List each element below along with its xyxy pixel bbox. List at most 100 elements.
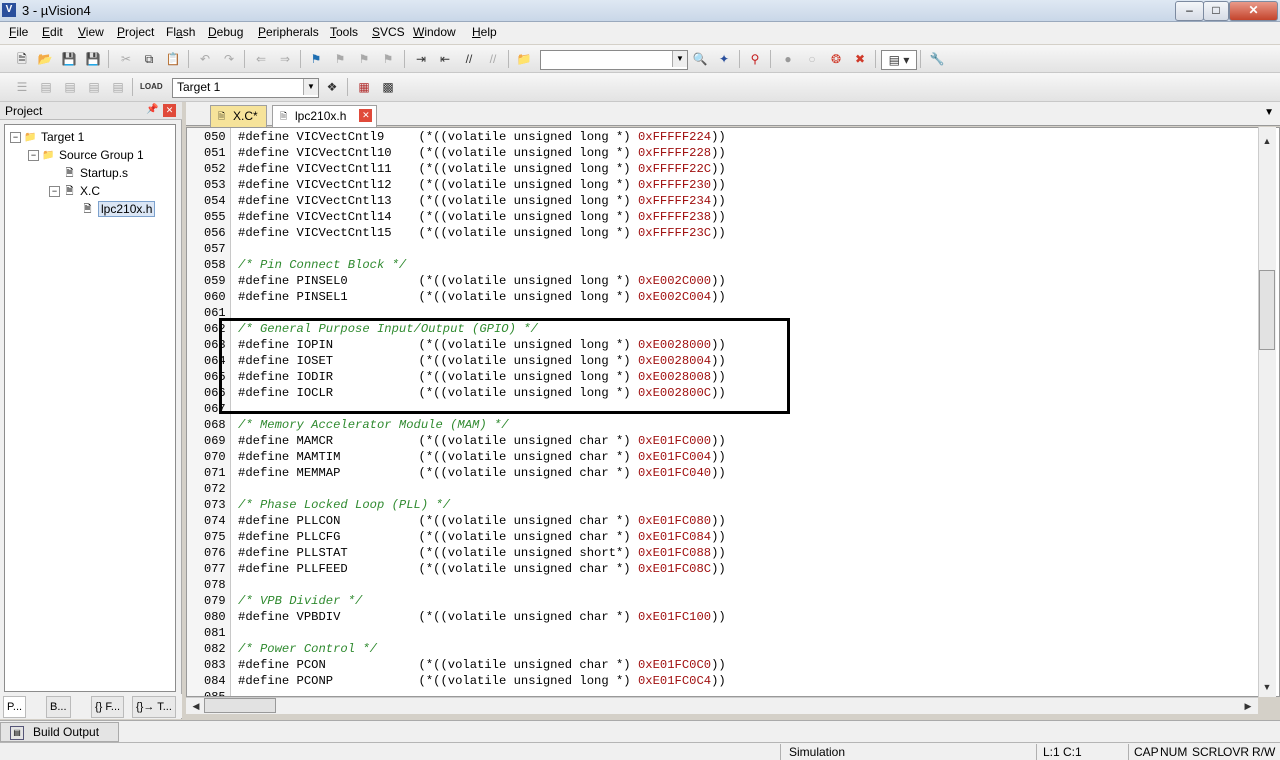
line-number: 055	[204, 210, 226, 224]
vertical-scroll-thumb[interactable]	[1259, 270, 1275, 350]
target-select[interactable]: Target 1 ▼	[172, 78, 319, 98]
tab-x-c[interactable]: 🗎 X.C*	[210, 105, 267, 127]
scroll-left-icon[interactable]: ◀	[188, 698, 204, 714]
define-keyword: #define	[238, 658, 297, 672]
tree-item[interactable]: − 🗎 X.C	[49, 183, 100, 199]
debug-session-icon[interactable]: ⚲	[746, 50, 764, 68]
bookmark-prev-icon[interactable]: ⚑	[331, 50, 349, 68]
menu-svcs[interactable]: SVCS	[372, 25, 405, 39]
menu-peripherals[interactable]: Peripherals	[258, 25, 319, 39]
tab-functions[interactable]: {} F...	[91, 696, 125, 718]
configure-icon[interactable]: 🔧	[928, 50, 946, 68]
horizontal-scroll-thumb[interactable]	[204, 698, 276, 713]
incremental-find-icon[interactable]: 🔍	[691, 50, 709, 68]
chevron-down-icon[interactable]: ▼	[672, 51, 687, 67]
tab-books[interactable]: B...	[46, 696, 71, 718]
breakpoint-disable-all-icon[interactable]: ❂	[827, 50, 845, 68]
menu-project[interactable]: Project	[117, 25, 154, 39]
tab-templates[interactable]: {}→ T...	[132, 696, 176, 718]
macro-name: VICVectCntl11	[296, 162, 392, 176]
vertical-scrollbar[interactable]: ▲ ▼	[1258, 127, 1276, 697]
download-icon[interactable]: LOAD	[140, 78, 163, 96]
code-comment: /* Power Control */	[238, 642, 377, 656]
bookmark-toggle-icon[interactable]: ⚑	[307, 50, 325, 68]
tree-item[interactable]: 🗎 lpc210x.h	[67, 201, 156, 217]
manage-components-icon[interactable]: ▦	[355, 78, 373, 96]
breakpoint-kill-all-icon[interactable]: ✖	[851, 50, 869, 68]
target-options-icon[interactable]: ❖	[323, 78, 341, 96]
close-tab-icon[interactable]: ✕	[359, 109, 373, 122]
batch-build-icon[interactable]: ▤	[85, 78, 103, 96]
main-toolbar: 🗎 📂 💾 💾 ✂ ⧉ 📋 ↶ ↷ ⇐ ⇒ ⚑ ⚑ ⚑ ⚑ ⇥ ⇤ // // …	[0, 45, 1280, 73]
new-file-icon[interactable]: 🗎	[13, 50, 31, 68]
save-all-icon[interactable]: 💾	[84, 50, 102, 68]
window-layout-icon[interactable]: ▤ ▾	[881, 50, 917, 70]
nav-back-icon[interactable]: ⇐	[252, 50, 270, 68]
code-comment: /* Phase Locked Loop (PLL) */	[238, 498, 451, 512]
breakpoint-insert-icon[interactable]: ●	[779, 50, 797, 68]
tab-list-dropdown-icon[interactable]: ▼	[1264, 107, 1274, 118]
tab-lpc210x-h[interactable]: 🗎 lpc210x.h ✕	[272, 105, 378, 127]
closing-parens: ))	[711, 146, 726, 160]
rebuild-icon[interactable]: ▤	[61, 78, 79, 96]
nav-forward-icon[interactable]: ⇒	[276, 50, 294, 68]
indent-icon[interactable]: ⇥	[412, 50, 430, 68]
register-address: 0xE01FC084	[637, 530, 712, 544]
scroll-up-icon[interactable]: ▲	[1259, 133, 1275, 149]
menu-view[interactable]: View	[78, 25, 104, 39]
find-in-files-icon[interactable]: 📁	[515, 50, 533, 68]
tree-item[interactable]: − 📁 Source Group 1	[28, 147, 144, 163]
close-pane-icon[interactable]: ✕	[163, 104, 176, 117]
select-packs-icon[interactable]: ▩	[379, 78, 397, 96]
tab-project[interactable]: P...	[3, 696, 27, 718]
menu-help[interactable]: Help	[472, 25, 497, 39]
chevron-down-icon[interactable]: ▼	[303, 79, 318, 95]
tree-item-label: Target 1	[41, 130, 85, 144]
cut-icon[interactable]: ✂	[117, 50, 135, 68]
undo-icon[interactable]: ↶	[196, 50, 214, 68]
build-icon[interactable]: ▤	[37, 78, 55, 96]
copy-icon[interactable]: ⧉	[140, 50, 158, 68]
bookmark-next-icon[interactable]: ⚑	[355, 50, 373, 68]
line-number: 053	[204, 178, 226, 192]
save-icon[interactable]: 💾	[60, 50, 78, 68]
code-line: /* Memory Accelerator Module (MAM) */	[238, 417, 509, 433]
bookmark-clear-icon[interactable]: ⚑	[379, 50, 397, 68]
close-button[interactable]: ✕	[1229, 1, 1278, 21]
browse-icon[interactable]: ✦	[715, 50, 733, 68]
macro-name: VICVectCntl12	[296, 178, 392, 192]
redo-icon[interactable]: ↷	[220, 50, 238, 68]
menu-window[interactable]: Window	[413, 25, 456, 39]
translate-icon[interactable]: ☰	[13, 78, 31, 96]
menu-file[interactable]: File	[9, 25, 28, 39]
find-combo[interactable]: ▼	[540, 50, 688, 70]
target-select-value: Target 1	[177, 80, 221, 94]
minimize-button[interactable]: –	[1175, 1, 1204, 21]
collapse-icon[interactable]: −	[49, 186, 60, 198]
build-output-tab[interactable]: ▤ Build Output	[0, 722, 119, 742]
menu-tools[interactable]: Tools	[330, 25, 358, 39]
menu-debug[interactable]: Debug	[208, 25, 243, 39]
file-icon: 🗎	[65, 186, 74, 198]
maximize-button[interactable]: □	[1203, 1, 1229, 21]
define-keyword: #define	[238, 290, 297, 304]
scroll-right-icon[interactable]: ▶	[1240, 698, 1256, 714]
menu-edit[interactable]: Edit	[42, 25, 63, 39]
paste-icon[interactable]: 📋	[164, 50, 182, 68]
tree-item[interactable]: − 📁 Target 1	[10, 129, 84, 145]
tree-item[interactable]: 🗎 Startup.s	[49, 165, 128, 181]
unindent-icon[interactable]: ⇤	[436, 50, 454, 68]
scroll-down-icon[interactable]: ▼	[1259, 679, 1275, 695]
macro-name: PINSEL0	[296, 274, 348, 288]
register-address: 0xE01FC080	[637, 514, 712, 528]
menu-flash[interactable]: Flash	[166, 25, 195, 39]
collapse-icon[interactable]: −	[10, 132, 21, 144]
horizontal-scrollbar[interactable]: ◀ ▶	[186, 697, 1258, 714]
uncomment-icon[interactable]: //	[484, 50, 502, 68]
pin-icon[interactable]: 📌	[146, 104, 158, 115]
stop-build-icon[interactable]: ▤	[109, 78, 127, 96]
open-file-icon[interactable]: 📂	[36, 50, 54, 68]
comment-icon[interactable]: //	[460, 50, 478, 68]
breakpoint-disable-icon[interactable]: ○	[803, 50, 821, 68]
collapse-icon[interactable]: −	[28, 150, 39, 162]
